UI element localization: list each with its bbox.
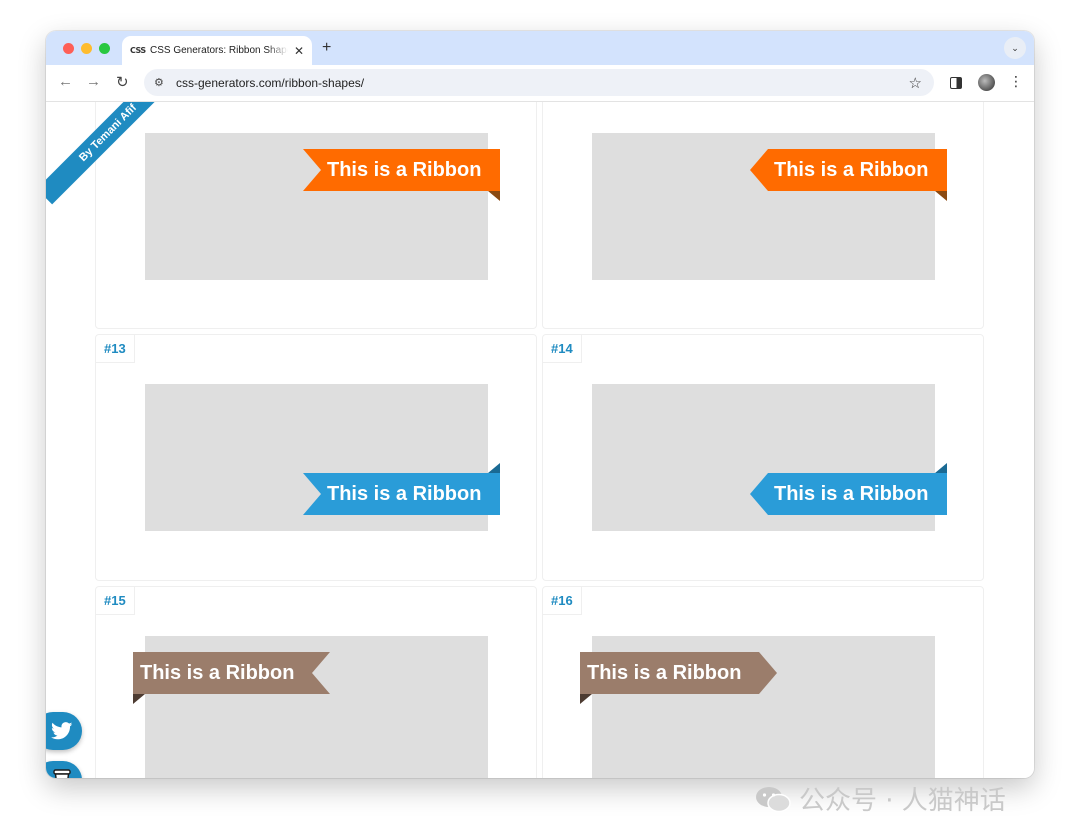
back-arrow-icon[interactable]: ←: [58, 73, 73, 90]
ribbon-label: This is a Ribbon: [774, 159, 929, 181]
ribbon-card-15: #15 This is a Ribbon: [95, 586, 537, 778]
ribbon: This is a Ribbon: [750, 473, 947, 515]
ribbon-label: This is a Ribbon: [140, 662, 295, 684]
tab-search-button[interactable]: ⌄: [1004, 37, 1026, 59]
browser-toolbar: ← → ↻ ⚙ css-generators.com/ribbon-shapes…: [46, 65, 1034, 102]
close-window-button[interactable]: [63, 43, 74, 54]
ribbon-card-14: #14 This is a Ribbon: [542, 334, 984, 581]
new-tab-button[interactable]: +: [322, 39, 331, 57]
reload-icon[interactable]: ↻: [116, 73, 129, 91]
twitter-share-button[interactable]: [46, 712, 82, 750]
ribbon-card: This is a Ribbon: [542, 102, 984, 329]
tab-title: CSS Generators: Ribbon Shapes: [150, 45, 288, 56]
ribbon-fold-tail: [488, 463, 500, 473]
url-text[interactable]: css-generators.com/ribbon-shapes/: [176, 76, 364, 90]
coffee-cup-icon: [53, 769, 71, 778]
active-tab[interactable]: CSS CSS Generators: Ribbon Shapes ✕: [122, 36, 312, 65]
wechat-logo-icon: [755, 785, 791, 813]
ribbon: This is a Ribbon: [303, 149, 500, 191]
ribbon-label: This is a Ribbon: [774, 483, 929, 505]
card-number-label: #13: [96, 335, 135, 363]
ribbon-label: This is a Ribbon: [587, 662, 742, 684]
ribbon-card-13: #13 This is a Ribbon: [95, 334, 537, 581]
forward-arrow-icon[interactable]: →: [86, 73, 101, 90]
ribbon-label: This is a Ribbon: [327, 483, 482, 505]
tab-close-icon[interactable]: ✕: [294, 44, 304, 58]
ribbon-card: This is a Ribbon: [95, 102, 537, 329]
wechat-watermark: 公众号 · 人猫神话: [755, 780, 1006, 817]
site-favicon-icon: CSS: [130, 46, 146, 55]
author-corner-ribbon[interactable]: By Temani Afif: [46, 102, 156, 212]
ribbon: This is a Ribbon: [750, 149, 947, 191]
ribbon-fold-tail: [580, 694, 592, 704]
author-byline[interactable]: By Temani Afif: [46, 102, 156, 205]
card-number-label: #16: [543, 587, 582, 615]
ribbon-fold-tail: [488, 191, 500, 201]
maximize-window-button[interactable]: [99, 43, 110, 54]
ribbon-fold-tail: [935, 191, 947, 201]
buy-me-a-coffee-button[interactable]: [46, 761, 82, 778]
twitter-bird-icon: [51, 722, 73, 740]
ribbon: This is a Ribbon: [303, 473, 500, 515]
ribbon-label: This is a Ribbon: [327, 159, 482, 181]
watermark-text: 公众号 · 人猫神话: [799, 786, 1006, 816]
tab-strip: CSS CSS Generators: Ribbon Shapes ✕ + ⌄: [46, 31, 1034, 65]
card-number-label: #15: [96, 587, 135, 615]
site-info-icon[interactable]: ⚙: [154, 76, 168, 89]
minimize-window-button[interactable]: [81, 43, 92, 54]
menu-kebab-icon[interactable]: ⋮: [1009, 73, 1023, 90]
ribbon-fold-tail: [133, 694, 145, 704]
ribbon: This is a Ribbon: [580, 652, 777, 694]
side-panel-icon[interactable]: [950, 77, 962, 89]
address-bar[interactable]: ⚙ css-generators.com/ribbon-shapes/ ☆: [144, 69, 934, 96]
bookmark-star-icon[interactable]: ☆: [909, 74, 922, 92]
profile-avatar[interactable]: [978, 74, 995, 91]
ribbon-card-16: #16 This is a Ribbon: [542, 586, 984, 778]
page-content: This is a Ribbon This is a Ribbon #13 Th…: [46, 102, 1034, 778]
card-number-label: #14: [543, 335, 582, 363]
browser-window: CSS CSS Generators: Ribbon Shapes ✕ + ⌄ …: [46, 31, 1034, 778]
ribbon: This is a Ribbon: [133, 652, 330, 694]
ribbon-fold-tail: [935, 463, 947, 473]
